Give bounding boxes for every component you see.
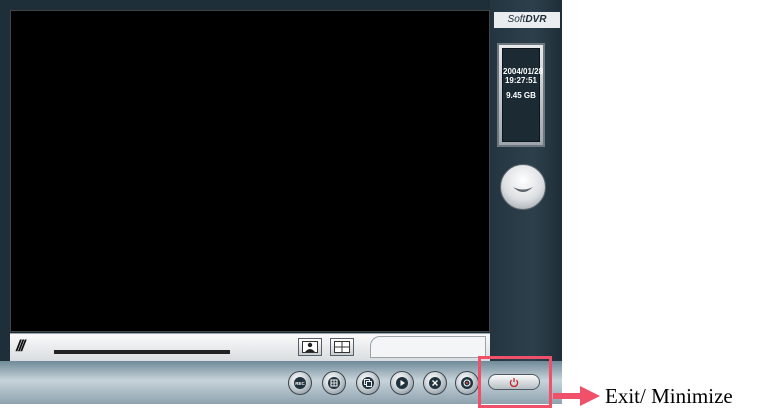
current-date: 2004/01/28 (503, 67, 544, 76)
current-time: 19:27:51 (504, 76, 538, 85)
multi-view-button[interactable] (322, 371, 346, 395)
status-strip: /// (10, 333, 490, 361)
brand-dvr: DVR (525, 14, 547, 25)
single-camera-view-button[interactable] (298, 338, 322, 356)
svg-text:REC: REC (295, 381, 305, 386)
disc-icon (461, 377, 473, 389)
power-icon (509, 378, 519, 387)
knob-icon (513, 187, 533, 192)
softdvr-window: /// REC (0, 0, 562, 404)
quad-view-button[interactable] (330, 338, 354, 356)
signal-level-bar (54, 350, 230, 354)
video-display[interactable] (10, 10, 490, 332)
signal-indicator: /// (16, 338, 25, 355)
ptz-control-knob[interactable] (500, 164, 546, 210)
info-box: 2004/01/28 19:27:51 9.45 GB (497, 43, 545, 147)
settings-button[interactable] (423, 371, 447, 395)
brand-soft: Soft (507, 14, 526, 25)
brand-logo: SoftDVR (494, 12, 560, 28)
play-icon (396, 377, 408, 389)
info-display: 2004/01/28 19:27:51 9.45 GB (502, 48, 544, 142)
grid-icon (328, 377, 340, 389)
grid-layout-icon (334, 341, 350, 353)
exit-minimize-button[interactable] (488, 374, 540, 390)
backup-button[interactable] (356, 371, 380, 395)
annotation-arrow-head (580, 386, 600, 406)
playback-button[interactable] (390, 371, 414, 395)
person-icon (302, 341, 318, 353)
exit-minimize-label: Exit/ Minimize (605, 384, 733, 408)
copy-icon (362, 377, 374, 389)
annotation-arrow-shaft (553, 393, 581, 399)
tools-icon (429, 377, 441, 389)
record-button[interactable]: REC (288, 371, 312, 395)
status-message-field (370, 336, 486, 358)
rec-icon: REC (294, 377, 306, 389)
free-storage: 9.45 GB (506, 91, 536, 100)
schedule-button[interactable] (455, 371, 479, 395)
